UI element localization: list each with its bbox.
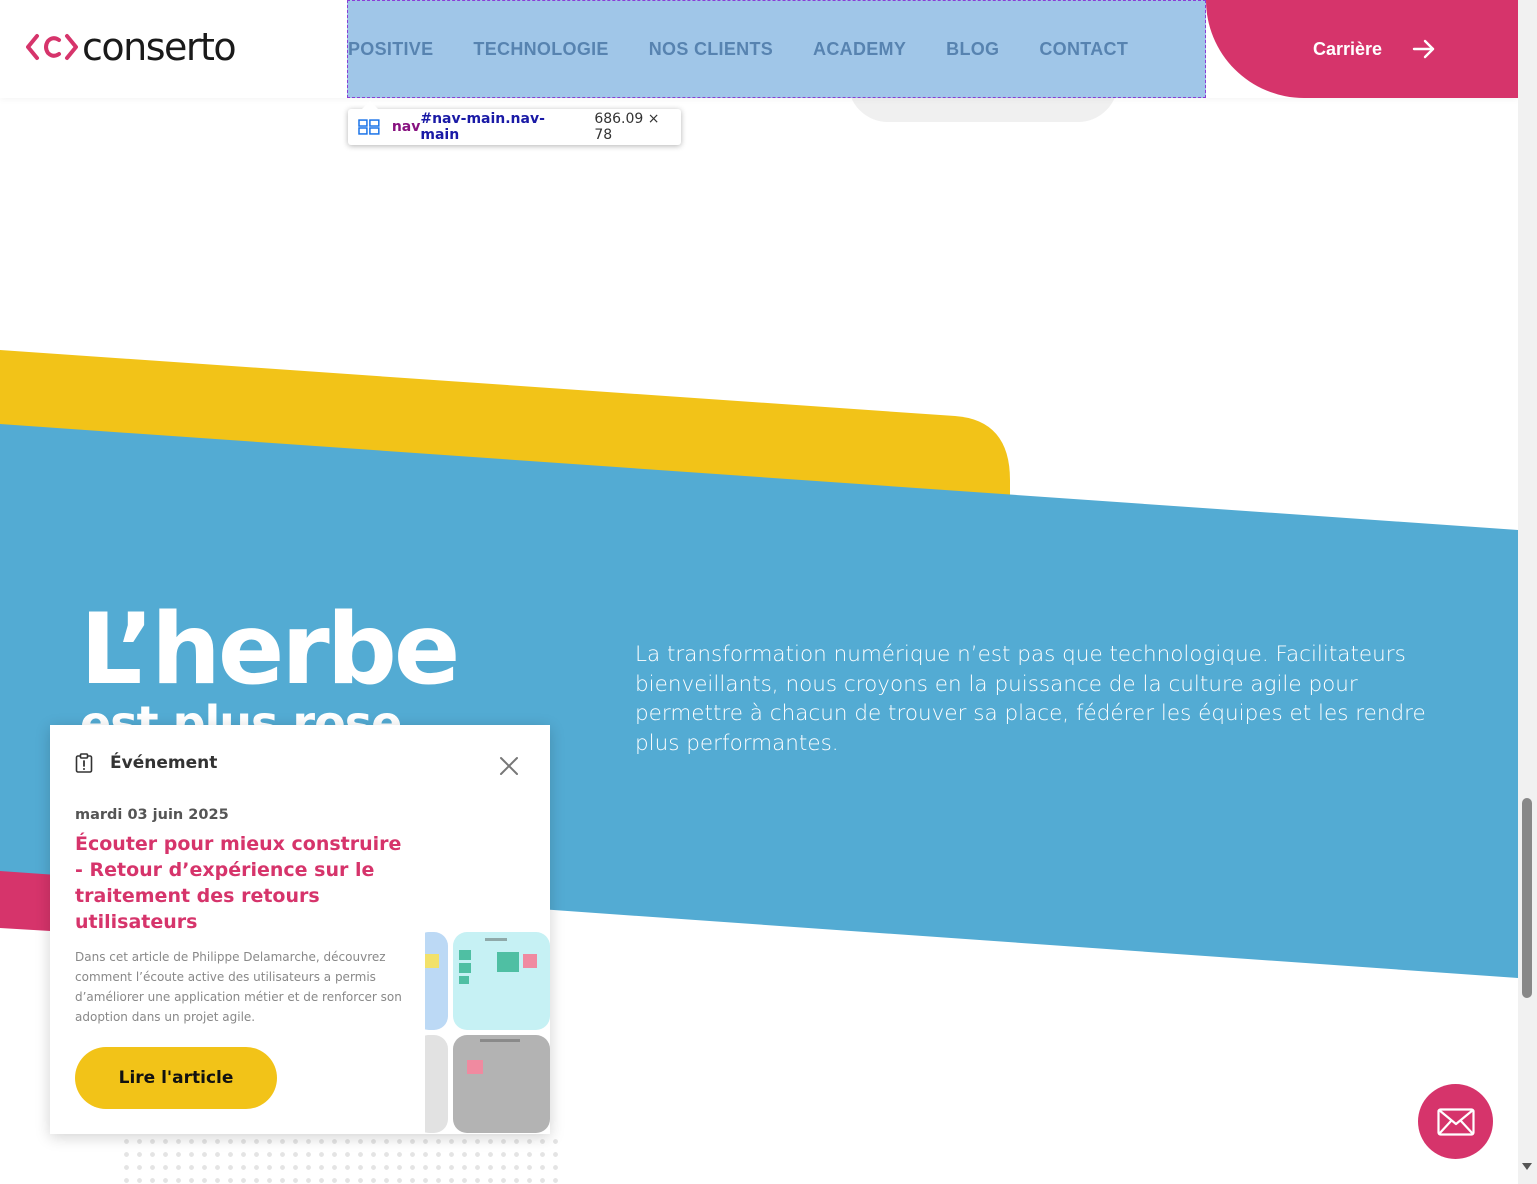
event-title-link[interactable]: Écouter pour mieux construire - Retour d…: [75, 831, 415, 935]
nav-item-positive[interactable]: POSITIVE: [348, 39, 433, 60]
popup-header: Événement: [75, 753, 217, 773]
article-thumbnail-image: [425, 930, 550, 1134]
career-button[interactable]: Carrière: [1206, 0, 1518, 98]
chevrons-logo-icon: [26, 34, 78, 60]
mail-icon: [1436, 1107, 1475, 1136]
nav-item-academy[interactable]: ACADEMY: [813, 39, 906, 60]
tooltip-selector: #nav-main.nav-main: [420, 111, 545, 143]
flex-layout-icon: [358, 119, 380, 135]
read-article-button[interactable]: Lire l'article: [75, 1047, 277, 1109]
tooltip-size: 686.09 × 78: [594, 111, 660, 143]
event-date: mardi 03 juin 2025: [75, 807, 229, 823]
close-icon[interactable]: [498, 755, 520, 777]
page-scrollbar[interactable]: [1518, 0, 1537, 1184]
scroll-down-arrow-icon[interactable]: [1522, 1163, 1532, 1170]
hero-paragraph: La transformation numérique n’est pas qu…: [635, 642, 1426, 756]
popup-header-label: Événement: [110, 753, 218, 773]
nav-item-blog[interactable]: BLOG: [946, 39, 999, 60]
scrollbar-thumb[interactable]: [1522, 798, 1532, 998]
brand-wordmark: conserto: [82, 25, 237, 69]
nav-item-nos-clients[interactable]: NOS CLIENTS: [649, 39, 773, 60]
devtools-inspect-tooltip: nav #nav-main.nav-main 686.09 × 78: [348, 101, 681, 145]
main-navigation: POSITIVE TECHNOLOGIE NOS CLIENTS ACADEMY…: [348, 0, 1206, 98]
event-popup: Événement mardi 03 juin 2025 Écouter pou…: [50, 725, 550, 1134]
dotted-pattern-decoration: [120, 1135, 560, 1184]
clipboard-alert-icon: [75, 753, 93, 773]
brand-logo[interactable]: conserto: [26, 24, 237, 70]
nav-item-technologie[interactable]: TECHNOLOGIE: [473, 39, 608, 60]
tooltip-tag: nav: [391, 119, 421, 135]
arrow-right-icon: [1412, 39, 1435, 59]
nav-item-contact[interactable]: CONTACT: [1039, 39, 1128, 60]
career-label: Carrière: [1312, 38, 1382, 59]
hero-title-line-1: L’herbe: [80, 593, 460, 707]
event-description: Dans cet article de Philippe Delamarche,…: [75, 950, 402, 1024]
contact-mail-button[interactable]: [1418, 1084, 1493, 1159]
